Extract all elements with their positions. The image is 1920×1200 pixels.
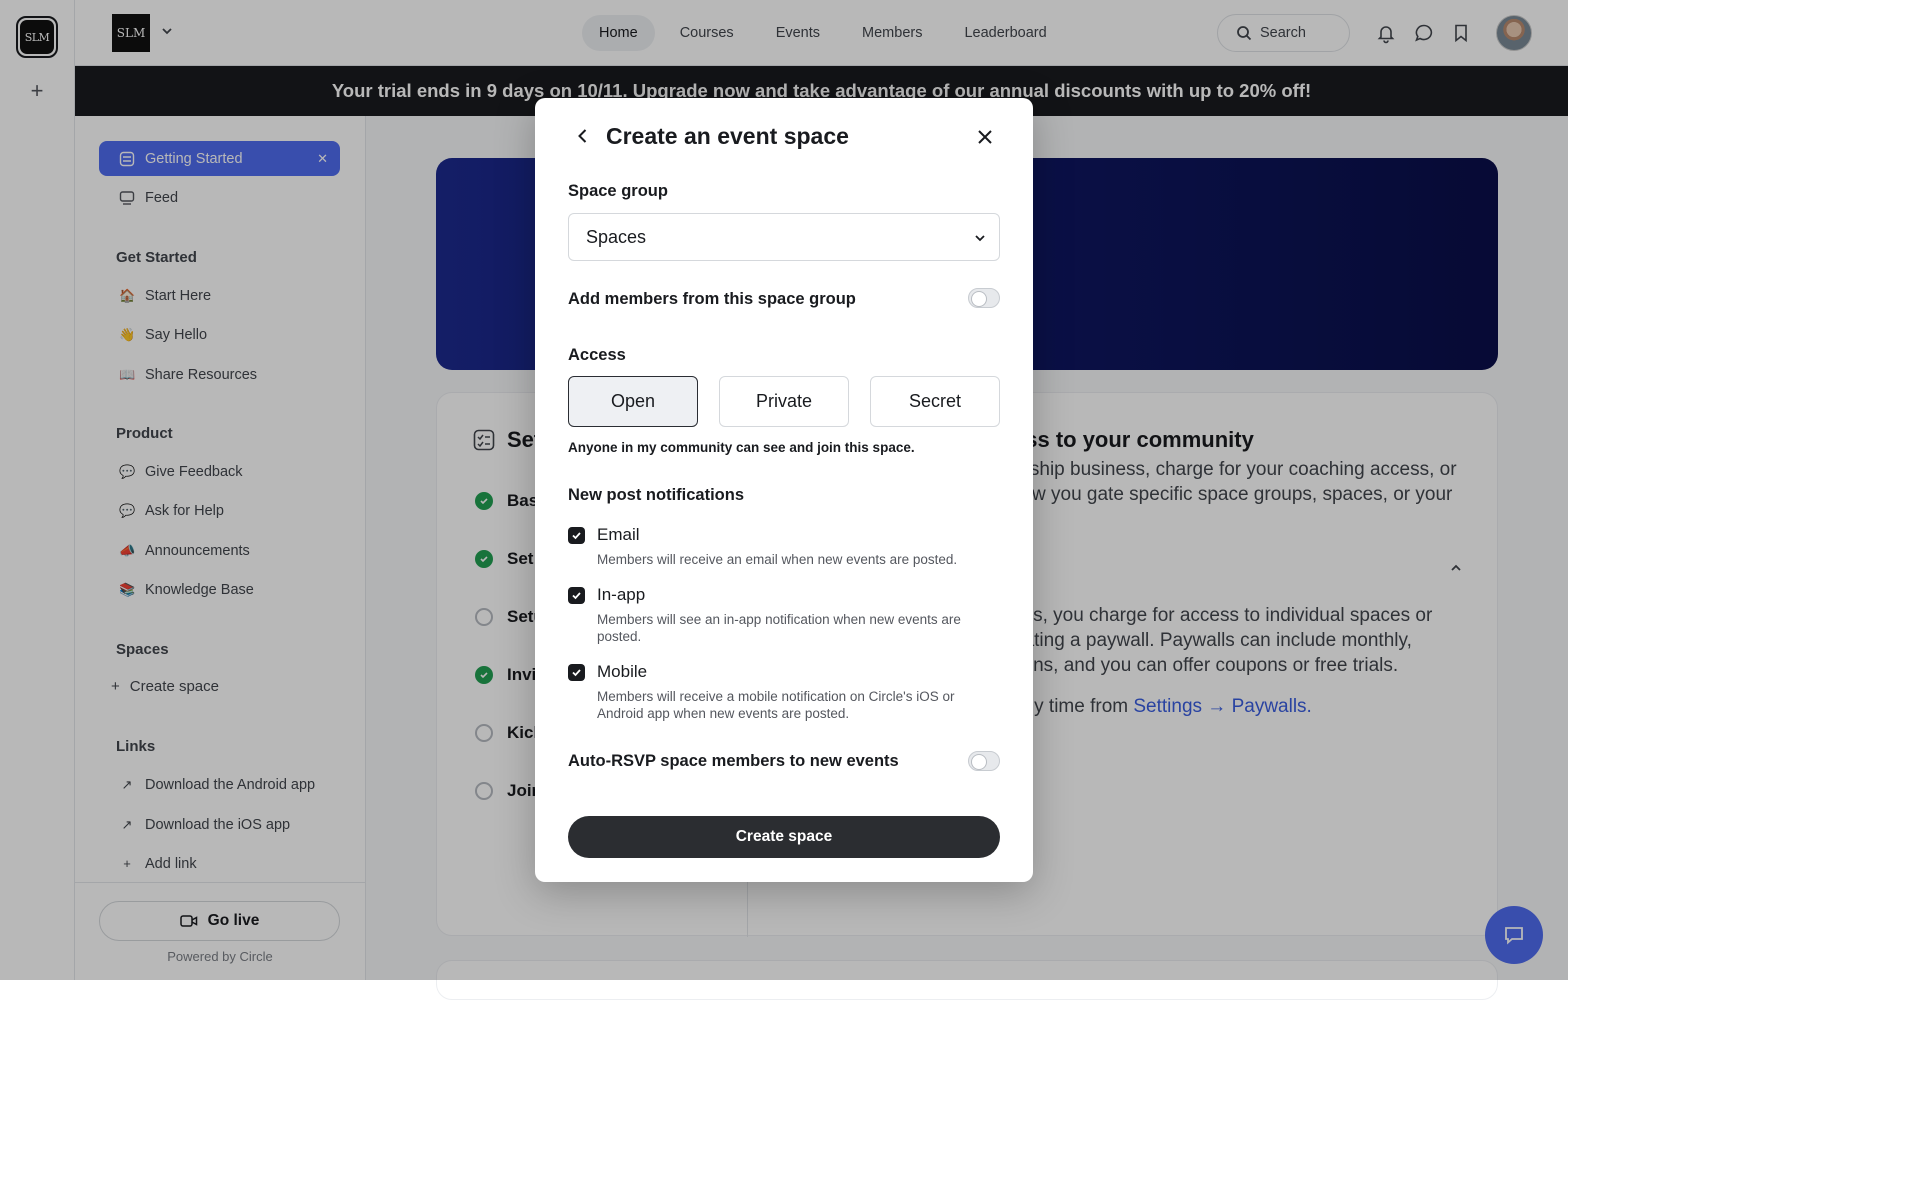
add-members-label: Add members from this space group <box>568 290 856 308</box>
auto-rsvp-label: Auto-RSVP space members to new events <box>568 752 899 770</box>
in-app-checkbox[interactable] <box>568 587 585 604</box>
email-checkbox[interactable] <box>568 527 585 544</box>
close-icon[interactable] <box>974 126 996 148</box>
notifications-label: New post notifications <box>568 486 745 504</box>
auto-rsvp-toggle[interactable] <box>968 751 1000 771</box>
mobile-description: Members will receive a mobile notificati… <box>597 689 955 721</box>
email-description: Members will receive an email when new e… <box>597 552 958 567</box>
access-secret-button[interactable]: Secret <box>870 376 1000 427</box>
in-app-description: Members will see an in-app notification … <box>597 612 961 644</box>
back-arrow-icon[interactable] <box>573 126 593 146</box>
space-group-value: Spaces <box>586 226 647 247</box>
access-private-button[interactable]: Private <box>719 376 849 427</box>
add-members-toggle[interactable] <box>968 288 1000 308</box>
access-help-text: Anyone in my community can see and join … <box>568 440 915 455</box>
access-label: Access <box>568 346 626 364</box>
mobile-checkbox[interactable] <box>568 664 585 681</box>
space-group-label: Space group <box>568 182 668 200</box>
modal-title: Create an event space <box>606 123 849 149</box>
check-icon <box>572 669 581 677</box>
in-app-label[interactable]: In-app <box>597 585 645 605</box>
mobile-label[interactable]: Mobile <box>597 662 647 682</box>
space-group-select[interactable]: Spaces <box>568 213 1000 261</box>
check-icon <box>572 532 581 540</box>
create-event-space-modal: Create an event space Space group Spaces… <box>535 98 1033 882</box>
create-space-button[interactable]: Create space <box>568 816 1000 858</box>
email-label[interactable]: Email <box>597 525 640 545</box>
chevron-down-icon <box>975 235 985 242</box>
check-icon <box>572 592 581 600</box>
access-open-button[interactable]: Open <box>568 376 698 427</box>
